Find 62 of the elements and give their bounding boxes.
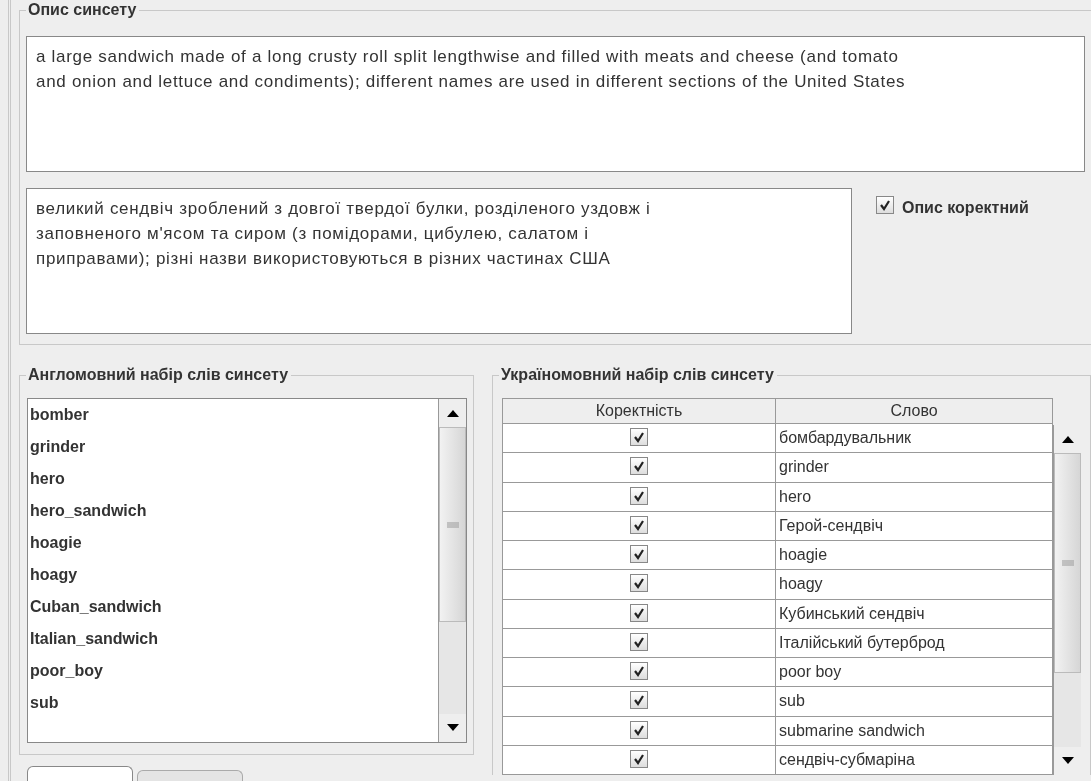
table-cell: hoagie <box>775 540 1053 570</box>
scrollbar[interactable] <box>438 399 466 742</box>
scroll-up-icon[interactable] <box>446 409 459 417</box>
check-icon <box>633 577 645 590</box>
column-header[interactable]: Слово <box>775 398 1053 424</box>
check-icon <box>633 665 645 678</box>
table-cell: poor boy <box>775 657 1053 687</box>
check-icon <box>879 199 891 211</box>
check-icon <box>633 460 645 473</box>
checkbox[interactable] <box>630 632 648 651</box>
checkbox[interactable] <box>630 720 648 739</box>
table-cell: Кубинський сендвіч <box>775 599 1053 629</box>
grip-icon[interactable] <box>1061 560 1074 566</box>
table-cell: Герой-сендвіч <box>775 511 1053 541</box>
grip-icon[interactable] <box>446 521 459 528</box>
check-icon <box>633 752 645 765</box>
checkbox[interactable] <box>630 691 648 710</box>
list-item[interactable]: hero <box>28 463 438 495</box>
checkbox[interactable] <box>630 457 648 476</box>
check-icon <box>633 723 645 736</box>
table-cell: grinder <box>775 452 1053 482</box>
list-item[interactable]: poor_boy <box>28 655 438 687</box>
table-cell: hoagy <box>775 569 1053 599</box>
table-cell: сендвіч-субмаріна <box>775 745 1053 775</box>
check-icon <box>633 606 645 619</box>
list-item[interactable]: sub <box>28 687 438 719</box>
checkbox[interactable] <box>630 486 648 505</box>
checkbox[interactable] <box>630 749 648 768</box>
column-header[interactable]: Коректність <box>502 398 776 424</box>
list-item[interactable]: bomber <box>28 399 438 431</box>
checkbox[interactable] <box>630 545 648 564</box>
checkbox[interactable] <box>630 515 648 534</box>
checkbox[interactable] <box>630 428 648 447</box>
text-area[interactable]: великий сендвіч зроблений з довгої твердої булки, розділеного уздовж і заповненого м'ясом та сиром (з помідорами, цибулею, салатом і приправами); різні назви використовуються в різних частинах США <box>26 188 852 334</box>
table-cell: sub <box>775 686 1053 716</box>
checkbox[interactable]: Опис коректний <box>876 196 1029 334</box>
checkbox[interactable] <box>630 603 648 622</box>
check-icon <box>633 431 645 444</box>
section-title: Англомовний набір слів синсету <box>26 365 292 385</box>
list-item[interactable]: Cuban_sandwich <box>28 591 438 623</box>
list-item[interactable]: grinder <box>28 431 438 463</box>
scroll-down-icon[interactable] <box>1061 757 1074 765</box>
check-icon <box>633 635 645 648</box>
table-cell: бомбардувальник <box>775 423 1053 453</box>
list-item[interactable]: hoagy <box>28 559 438 591</box>
check-icon <box>633 694 645 707</box>
section-title: Опис синсету <box>26 0 140 20</box>
table-cell: hero <box>775 482 1053 512</box>
table-cell: submarine sandwich <box>775 716 1053 746</box>
table-cell: Італійський бутерброд <box>775 628 1053 658</box>
section-title: Україномовний набір слів синсету <box>499 365 777 385</box>
list-item[interactable]: Italian_sandwich <box>28 623 438 655</box>
scroll-down-icon[interactable] <box>446 724 459 732</box>
checkbox[interactable] <box>630 574 648 593</box>
check-icon <box>633 489 645 502</box>
list-item[interactable]: hero_sandwich <box>28 495 438 527</box>
check-icon <box>633 548 645 561</box>
list-item[interactable]: hoagie <box>28 527 438 559</box>
checkbox[interactable] <box>630 662 648 681</box>
text-area[interactable]: a large sandwich made of a long crusty roll split lengthwise and filled with meats and cheese (and tomato and onion and lettuce and condiments); different names are used in different sections of the United States <box>26 36 1085 172</box>
scroll-up-icon[interactable] <box>1061 435 1074 443</box>
check-icon <box>633 518 645 531</box>
